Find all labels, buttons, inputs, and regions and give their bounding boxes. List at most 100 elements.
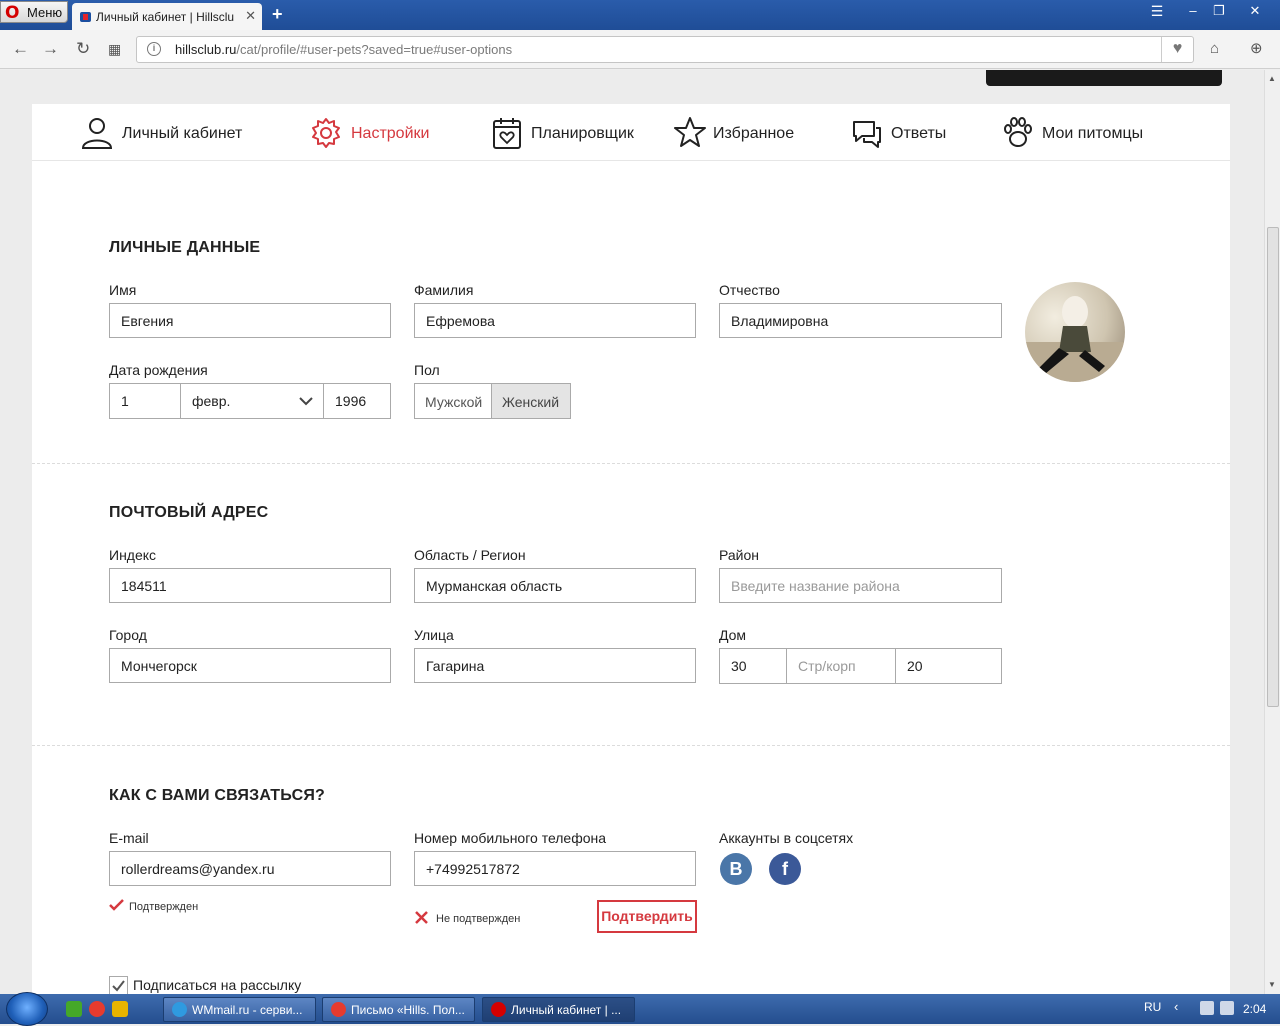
facebook-icon[interactable]: f xyxy=(769,853,801,885)
address-section-title: ПОЧТОВЫЙ АДРЕС xyxy=(109,504,269,521)
scrollbar-thumb[interactable] xyxy=(1267,227,1279,707)
email-input[interactable]: rollerdreams@yandex.ru xyxy=(109,851,391,886)
birth-day-input[interactable]: 1 xyxy=(109,383,181,419)
birth-month-value: февр. xyxy=(192,393,231,409)
social-accounts-label: Аккаунты в соцсетях xyxy=(719,830,854,846)
star-icon xyxy=(674,117,706,147)
confirm-phone-button[interactable]: Подтвердить xyxy=(597,900,697,933)
taskbar-task-cabinet[interactable]: Личный кабинет | ... xyxy=(482,997,635,1022)
url-host: hillsclub.ru xyxy=(175,42,237,57)
first-name-input[interactable]: Евгения xyxy=(109,303,391,338)
phone-input[interactable]: +74992517872 xyxy=(414,851,696,886)
birth-year-input[interactable]: 1996 xyxy=(323,383,391,419)
index-label: Индекс xyxy=(109,547,157,563)
gender-male-button[interactable]: Мужской xyxy=(414,383,492,419)
index-input[interactable]: 184511 xyxy=(109,568,391,603)
task-label: WMmail.ru - серви... xyxy=(192,1003,303,1017)
tab-menu-icon[interactable]: ☰ xyxy=(1146,2,1168,20)
network-icon[interactable] xyxy=(1200,1001,1214,1015)
hills-favicon-icon xyxy=(80,12,91,22)
close-tab-icon[interactable]: ✕ xyxy=(245,8,256,24)
site-info-icon[interactable]: i xyxy=(147,42,161,56)
opera-menu-button[interactable]: O Меню xyxy=(0,1,68,23)
taskbar-task-letter[interactable]: Письмо «Hills. Пол... xyxy=(322,997,475,1022)
start-button[interactable] xyxy=(6,992,48,1026)
opera-logo-icon: O xyxy=(5,3,20,23)
ie-icon xyxy=(172,1002,187,1017)
phone-status: Не подтвержден xyxy=(436,913,521,925)
scroll-up-icon[interactable]: ▲ xyxy=(1268,74,1276,83)
browser-toolbar: ← → ↻ ▦ i hillsclub.ru/cat/profile/#user… xyxy=(0,30,1280,69)
gender-female-button[interactable]: Женский xyxy=(491,383,571,419)
reload-icon[interactable]: ↻ xyxy=(76,40,90,58)
avatar[interactable] xyxy=(1025,282,1125,382)
house-label: Дом xyxy=(719,627,747,643)
nav-label-favorites: Избранное xyxy=(713,125,795,142)
gender-label: Пол xyxy=(414,362,440,378)
subscribe-label: Подписаться на рассылку xyxy=(133,977,302,993)
maximize-icon[interactable]: ❐ xyxy=(1208,2,1230,20)
checkmark-icon xyxy=(109,899,124,911)
menu-label: Меню xyxy=(27,5,63,20)
tray-expand-icon[interactable]: ‹ xyxy=(1174,999,1178,1014)
section-divider xyxy=(32,745,1230,746)
chevron-down-icon xyxy=(299,397,313,406)
windows-taskbar: WMmail.ru - серви... Письмо «Hills. Пол.… xyxy=(0,992,1280,1026)
volume-icon[interactable] xyxy=(1220,1001,1234,1015)
speed-dial-icon[interactable]: ▦ xyxy=(108,40,121,58)
birth-month-select[interactable]: февр. xyxy=(180,383,324,419)
calendar-heart-icon xyxy=(493,118,521,149)
address-bar[interactable]: i hillsclub.ru/cat/profile/#user-pets?sa… xyxy=(136,36,1194,63)
minimize-icon[interactable]: – xyxy=(1182,2,1204,20)
birth-date-label: Дата рождения xyxy=(109,362,208,378)
paw-icon xyxy=(1004,117,1032,147)
media-player-icon[interactable] xyxy=(112,1001,128,1017)
section-divider xyxy=(32,463,1230,464)
cross-icon xyxy=(415,911,428,924)
last-name-input[interactable]: Ефремова xyxy=(414,303,696,338)
checkbox-check-icon xyxy=(112,980,125,992)
vk-icon[interactable]: B xyxy=(720,853,752,885)
gear-icon xyxy=(312,118,340,148)
nav-label-settings: Настройки xyxy=(351,125,430,142)
url-path: /cat/profile/#user-pets?saved=true#user-… xyxy=(236,42,513,57)
page-viewport: Личный кабинет Настройки Планировщик Изб… xyxy=(0,70,1264,994)
scroll-down-icon[interactable]: ▼ xyxy=(1268,980,1276,989)
tab-title: Личный кабинет | Hillsclu xyxy=(96,10,235,24)
nav-label-planner: Планировщик xyxy=(531,125,634,142)
tray-clock[interactable]: 2:04 xyxy=(1243,1002,1266,1016)
last-name-label: Фамилия xyxy=(414,282,474,298)
subscribe-checkbox[interactable] xyxy=(109,976,128,994)
task-label: Личный кабинет | ... xyxy=(511,1003,622,1017)
downloads-icon[interactable]: ⊕ xyxy=(1250,40,1263,58)
close-window-icon[interactable]: ✕ xyxy=(1244,2,1266,20)
chat-bubbles-icon xyxy=(853,121,881,148)
new-tab-icon[interactable]: + xyxy=(272,4,283,25)
user-icon xyxy=(81,118,113,149)
email-label: E-mail xyxy=(109,830,149,846)
taskbar-task-wmmail[interactable]: WMmail.ru - серви... xyxy=(163,997,316,1022)
forward-icon[interactable]: → xyxy=(42,40,59,58)
middle-name-input[interactable]: Владимировна xyxy=(719,303,1002,338)
yandex-browser-icon[interactable] xyxy=(89,1001,105,1017)
profile-card: Личный кабинет Настройки Планировщик Изб… xyxy=(32,104,1230,994)
tray-language[interactable]: RU xyxy=(1144,1000,1161,1014)
district-input[interactable]: Введите название района xyxy=(719,568,1002,603)
back-icon[interactable]: ← xyxy=(12,40,29,58)
browser-tab[interactable]: Личный кабинет | Hillsclu ✕ xyxy=(72,3,262,30)
building-input[interactable]: Стр/корп xyxy=(786,648,896,684)
page-scrollbar[interactable]: ▲ ▼ xyxy=(1264,70,1280,994)
city-input[interactable]: Мончегорск xyxy=(109,648,391,683)
nav-label-pets: Мои питомцы xyxy=(1042,125,1144,142)
browser-titlebar: O Меню Личный кабинет | Hillsclu ✕ + ☰ – … xyxy=(0,0,1280,30)
bookmark-heart-icon[interactable]: ♥ xyxy=(1161,37,1193,62)
apartment-input[interactable]: 20 xyxy=(895,648,1002,684)
profile-nav: Личный кабинет Настройки Планировщик Изб… xyxy=(32,104,1230,161)
region-input[interactable]: Мурманская область xyxy=(414,568,696,603)
icq-icon[interactable] xyxy=(66,1001,82,1017)
turbo-icon[interactable]: ⌂ xyxy=(1210,40,1219,58)
house-input[interactable]: 30 xyxy=(719,648,787,684)
street-label: Улица xyxy=(414,627,454,643)
promo-banner[interactable] xyxy=(986,70,1222,86)
street-input[interactable]: Гагарина xyxy=(414,648,696,683)
